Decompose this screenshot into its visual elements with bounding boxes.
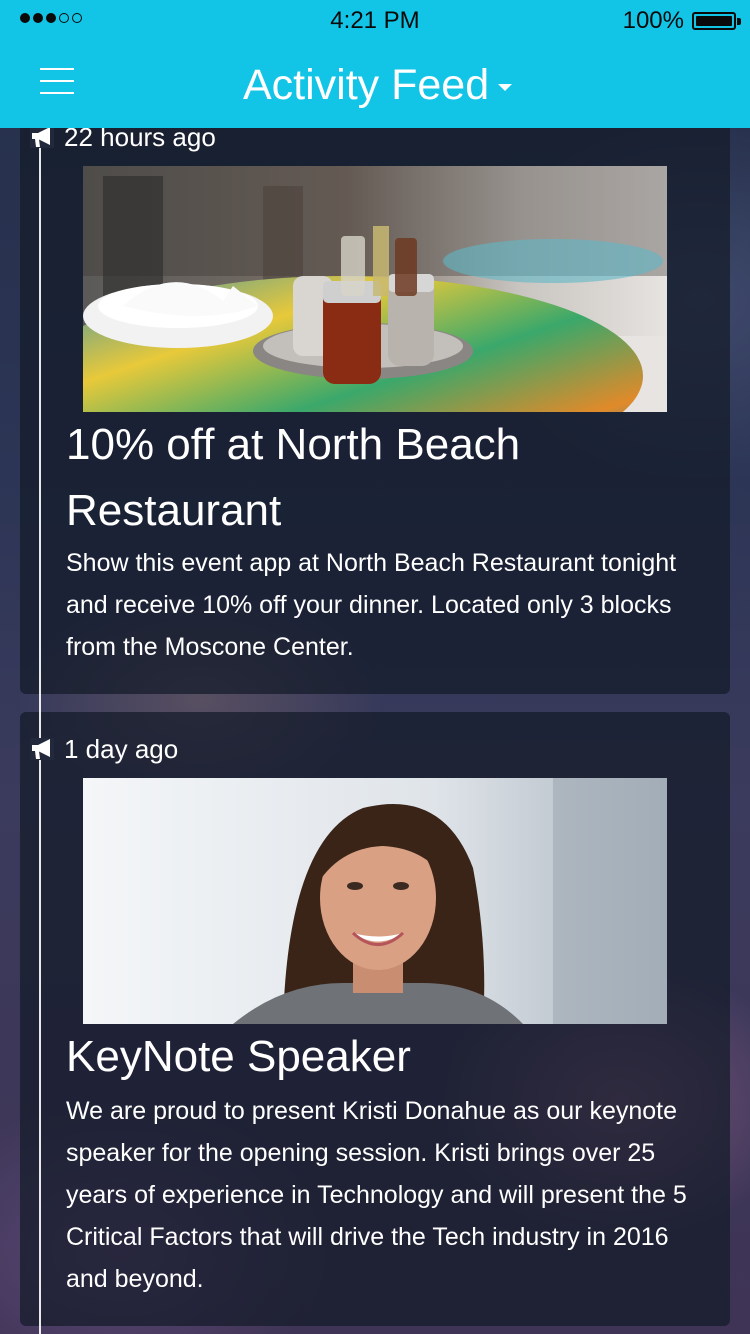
battery-icon [692,12,736,30]
app-header: 4:21 PM 100% Activity Feed [0,0,750,128]
feed-item-meta: 1 day ago [30,732,178,766]
battery-tip [737,18,741,25]
timeline-line [39,128,41,1334]
battery-level [696,16,732,26]
restaurant-table-photo [83,166,667,412]
page-title: Activity Feed [243,60,490,109]
feed-item[interactable]: 10% off at North Beach Restaurant Show t… [20,100,730,694]
speaker-portrait-photo [83,778,667,1024]
menu-line [40,92,74,94]
feed-item-time: 1 day ago [64,733,179,764]
hamburger-menu-icon[interactable] [40,66,74,96]
feed-item-body: Show this event app at North Beach Resta… [66,549,677,661]
status-bar: 4:21 PM 100% [0,0,750,40]
feed-selector[interactable]: Activity Feed [243,60,513,110]
megaphone-icon [30,738,54,760]
menu-line [40,80,74,82]
feed-item[interactable]: KeyNote Speaker We are proud to present … [20,712,730,1326]
feed-item-body: We are proud to present Kristi Donahue a… [66,1097,687,1293]
caret-down-icon [498,83,513,91]
feed-item-title: KeyNote Speaker [66,1032,411,1081]
menu-line [40,68,74,70]
feed-item-title: 10% off at North Beach Restaurant [66,420,521,535]
battery-percentage: 100% [622,7,684,34]
megaphone-icon [30,126,54,148]
